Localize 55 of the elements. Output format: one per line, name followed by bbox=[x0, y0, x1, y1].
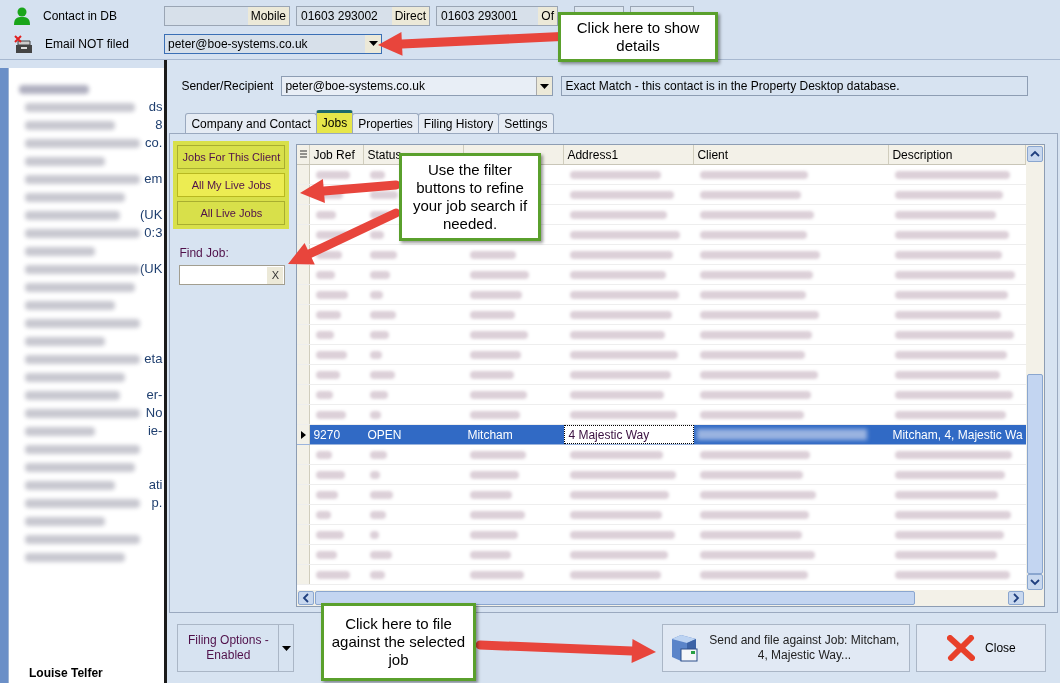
phone-type: Of bbox=[538, 6, 557, 25]
table-cell-text: OPEN bbox=[367, 426, 402, 444]
filter-button[interactable]: Jobs For This Client bbox=[177, 145, 286, 169]
email-text-fragment: er- bbox=[146, 386, 163, 405]
email-text-fragment: em bbox=[144, 170, 163, 189]
email-text-fragment: ie- bbox=[147, 422, 163, 441]
phone-number: 01603 293002 bbox=[300, 7, 378, 25]
match-info: Exact Match - this contact is in the Property Desktop database. bbox=[561, 76, 1029, 96]
close-button[interactable]: Close bbox=[916, 624, 1047, 672]
table-cell-text: Mitcham, 4, Majestic Wa bbox=[892, 426, 1023, 444]
clear-button[interactable]: X bbox=[267, 266, 284, 284]
email-text-fragment: 0:3 bbox=[144, 224, 163, 243]
tab[interactable]: Jobs bbox=[315, 110, 354, 133]
sender-label: Sender/Recipient bbox=[181, 78, 274, 95]
column-header[interactable]: Job Ref bbox=[310, 145, 365, 164]
phone-type: Mobile bbox=[247, 6, 289, 25]
callout-tooltip: Use the filter buttons to refine your job search if needed. bbox=[399, 153, 541, 241]
email-text-fragment: (UK bbox=[140, 206, 163, 225]
email-text-fragment: p. bbox=[151, 494, 163, 513]
signature-text: Louise Telfer bbox=[28, 665, 104, 682]
contact-status: Contact in DB bbox=[43, 7, 118, 25]
tab[interactable]: Settings bbox=[498, 113, 554, 133]
callout-tooltip: Click here to file against the selected job bbox=[321, 603, 476, 681]
email-text-fragment: ds bbox=[148, 98, 163, 117]
phone-field[interactable]: Mobile bbox=[164, 5, 290, 26]
phone-field[interactable]: 01603 293001 Of bbox=[436, 5, 558, 26]
email-text-fragment: (UK bbox=[140, 260, 163, 279]
email-select[interactable]: peter@boe-systems.co.uk bbox=[164, 33, 382, 54]
table-cell-text: Mitcham bbox=[467, 426, 513, 444]
filter-button[interactable]: All Live Jobs bbox=[177, 201, 286, 225]
tab[interactable]: Filing History bbox=[417, 113, 500, 133]
email-status: Email NOT filed bbox=[45, 35, 129, 53]
phone-number: 01603 293001 bbox=[440, 7, 518, 25]
column-header[interactable]: Address1 bbox=[564, 145, 695, 164]
phone-field[interactable]: 01603 293002 Direct bbox=[296, 5, 430, 26]
table-cell-text: 9270 bbox=[313, 426, 341, 444]
find-job-field[interactable]: X bbox=[179, 265, 286, 285]
column-header[interactable]: Client bbox=[694, 145, 890, 164]
filing-options-button[interactable]: Filing Options - Enabled bbox=[177, 624, 295, 672]
focused-cell[interactable]: 4 Majestic Way bbox=[564, 425, 695, 444]
find-job-label: Find Job: bbox=[179, 245, 230, 262]
email-text-fragment: co. bbox=[145, 134, 163, 153]
phone-type: Direct bbox=[391, 6, 429, 25]
email-text-fragment: ati bbox=[148, 476, 163, 495]
tab[interactable]: Company and Contact bbox=[185, 113, 317, 133]
email-text-fragment: eta bbox=[144, 350, 163, 369]
tab[interactable]: Properties bbox=[352, 113, 419, 133]
callout-tooltip: Click here to show details bbox=[558, 12, 718, 62]
filter-button[interactable]: All My Live Jobs bbox=[177, 173, 286, 197]
table-cell-text: 4 Majestic Way bbox=[568, 426, 650, 444]
email-text-fragment: No bbox=[145, 404, 163, 423]
send-and-file-button[interactable]: Send and file against Job: Mitcham, 4, Majestic Way... bbox=[662, 624, 911, 672]
sender-select[interactable]: peter@boe-systems.co.uk bbox=[281, 76, 554, 96]
table-row[interactable]: 9270 OPEN Mitcham 4 Majestic Way Mitcham, 4, Majestic Wa bbox=[297, 425, 1027, 445]
email-text-fragment: 8 bbox=[155, 116, 163, 135]
